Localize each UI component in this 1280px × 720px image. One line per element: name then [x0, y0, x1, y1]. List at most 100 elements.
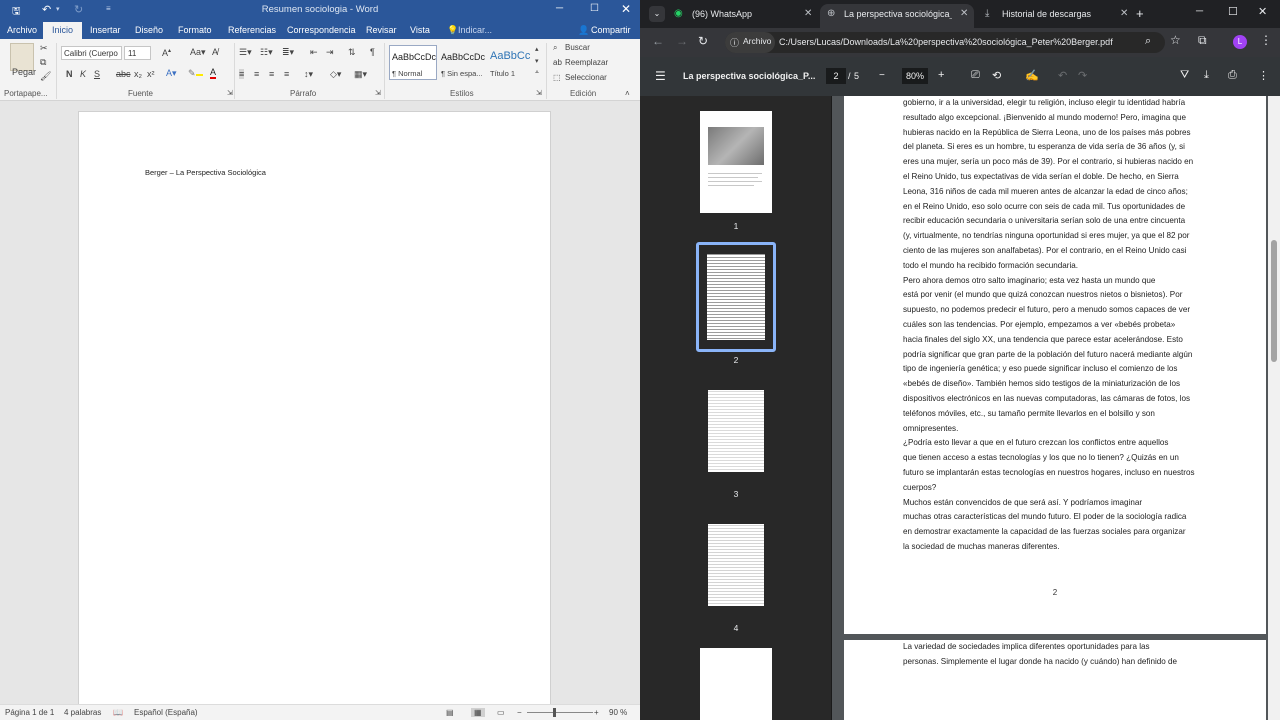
close-tab-icon[interactable]: ✕	[804, 8, 812, 19]
tab-pdf[interactable]: ⊕ La perspectiva sociológica_Pet ✕	[820, 4, 974, 28]
styles-more-icon[interactable]: ⩡	[535, 69, 539, 77]
thumbnail-page[interactable]	[700, 111, 772, 213]
align-left-icon[interactable]: ≡	[239, 69, 245, 79]
tab-formato[interactable]: Formato	[178, 25, 212, 35]
tab-search-icon[interactable]: ⌄	[649, 6, 665, 22]
thumbnail-page[interactable]	[700, 648, 772, 720]
scrollbar-thumb[interactable]	[1271, 240, 1277, 362]
tell-me-box[interactable]: Indicar...	[458, 25, 492, 35]
print-icon[interactable]: ⎙	[1228, 69, 1237, 82]
align-center-icon[interactable]: ≡	[254, 69, 259, 79]
collapse-ribbon-icon[interactable]: ˄	[625, 89, 630, 98]
borders-icon[interactable]: ▦▾	[354, 69, 367, 80]
pdf-zoom-out-icon[interactable]: −	[879, 70, 885, 81]
drive-icon[interactable]: ⛛	[1180, 69, 1189, 82]
maximize-icon[interactable]: ☐	[1228, 5, 1238, 18]
web-layout-icon[interactable]: ▭	[497, 708, 505, 717]
language-status[interactable]: Español (España)	[134, 708, 198, 717]
minimize-icon[interactable]: ─	[1196, 6, 1203, 17]
tab-vista[interactable]: Vista	[410, 25, 430, 35]
reload-icon[interactable]: ↻	[698, 34, 708, 48]
thumbnail-page[interactable]	[700, 514, 772, 616]
pdf-undo-icon[interactable]: ↶	[1058, 69, 1067, 82]
change-case-icon[interactable]: Aa▾	[190, 47, 206, 58]
proofing-icon[interactable]: 📖	[113, 708, 123, 717]
page-number-input[interactable]: 2	[826, 68, 846, 84]
cut-icon[interactable]: ✂	[40, 43, 48, 54]
pdf-zoom-input[interactable]: 80%	[902, 68, 928, 84]
thumbnail-page[interactable]	[700, 246, 772, 348]
zoom-slider-thumb[interactable]	[553, 708, 556, 717]
highlight-icon[interactable]: ✎	[188, 68, 203, 79]
paste-button[interactable]: Pegar	[12, 67, 36, 77]
format-painter-icon[interactable]: 🖌	[40, 71, 51, 82]
pdf-scrollbar[interactable]	[1268, 96, 1280, 720]
increase-indent-icon[interactable]: ⇥	[326, 47, 334, 58]
tab-referencias[interactable]: Referencias	[228, 25, 276, 35]
zoom-out-icon[interactable]: −	[517, 708, 522, 717]
font-size-box[interactable]: 11	[124, 46, 151, 60]
tab-whatsapp[interactable]: ◉ (96) WhatsApp ✕	[668, 4, 818, 28]
fit-page-icon[interactable]: ⎚	[971, 69, 980, 82]
tab-correspondencia[interactable]: Correspondencia	[287, 25, 356, 35]
print-layout-icon[interactable]: ▦	[471, 708, 485, 717]
line-spacing-icon[interactable]: ↕▾	[304, 69, 313, 80]
tab-inicio[interactable]: Inicio	[43, 22, 83, 39]
italic-icon[interactable]: K	[80, 69, 86, 79]
url-text[interactable]: C:/Users/Lucas/Downloads/La%20perspectiv…	[779, 37, 1113, 47]
close-icon[interactable]: ✕	[1258, 5, 1267, 18]
superscript-icon[interactable]: x²	[147, 69, 155, 79]
pdf-page[interactable]: gobierno, ir a la universidad, elegir tu…	[844, 96, 1266, 634]
strikethrough-icon[interactable]: abc	[116, 69, 131, 79]
style-no-spacing[interactable]: AaBbCcDc ¶ Sin espa...	[438, 45, 486, 80]
tab-revisar[interactable]: Revisar	[366, 25, 397, 35]
select-button[interactable]: Seleccionar	[565, 73, 607, 82]
styles-launcher-icon[interactable]: ⇲	[536, 89, 542, 97]
share-button[interactable]: Compartir	[591, 25, 631, 35]
show-marks-icon[interactable]: ¶	[370, 47, 375, 57]
pdf-menu-icon[interactable]: ⋮	[1258, 69, 1269, 82]
find-button[interactable]: Buscar	[565, 43, 590, 52]
font-launcher-icon[interactable]: ⇲	[227, 89, 233, 97]
tab-archivo[interactable]: Archivo	[7, 25, 37, 35]
zoom-level[interactable]: 90 %	[609, 708, 627, 717]
profile-avatar[interactable]: L	[1233, 35, 1247, 49]
bullets-icon[interactable]: ☰▾	[239, 47, 252, 58]
read-mode-icon[interactable]: ▤	[446, 708, 454, 717]
text-effects-icon[interactable]: A▾	[166, 68, 177, 79]
tab-diseno[interactable]: Diseño	[135, 25, 163, 35]
zoom-in-icon[interactable]: +	[594, 708, 599, 717]
copy-icon[interactable]: ⧉	[40, 57, 46, 68]
close-icon[interactable]: ✕	[621, 2, 631, 16]
minimize-icon[interactable]: ─	[556, 3, 563, 14]
sort-icon[interactable]: ⇅	[348, 47, 356, 58]
pdf-download-icon[interactable]: ⤓	[1204, 69, 1209, 82]
shading-icon[interactable]: ◇▾	[330, 69, 341, 80]
extensions-icon[interactable]: ⧉	[1198, 33, 1207, 48]
styles-scroll-down-icon[interactable]: ▾	[535, 57, 539, 65]
pdf-page[interactable]: La variedad de sociedades implica difere…	[844, 640, 1266, 720]
decrease-indent-icon[interactable]: ⇤	[310, 47, 318, 58]
font-color-icon[interactable]: A	[210, 68, 217, 79]
replace-button[interactable]: Reemplazar	[565, 58, 608, 67]
pdf-redo-icon[interactable]: ↷	[1078, 69, 1087, 82]
justify-icon[interactable]: ≡	[284, 69, 289, 79]
zoom-slider[interactable]	[527, 712, 593, 713]
close-tab-icon[interactable]: ✕	[1120, 8, 1128, 19]
underline-icon[interactable]: S	[94, 69, 100, 79]
styles-scroll-up-icon[interactable]: ▴	[535, 45, 539, 53]
style-heading-1[interactable]: AaBbCc Título 1	[487, 45, 535, 80]
style-normal[interactable]: AaBbCcDc ¶ Normal	[389, 45, 437, 80]
annotate-icon[interactable]: ✍	[1025, 69, 1039, 82]
bold-icon[interactable]: N	[66, 69, 73, 79]
word-count[interactable]: 4 palabras	[64, 708, 101, 717]
close-tab-icon[interactable]: ✕	[960, 8, 968, 19]
pdf-zoom-in-icon[interactable]: +	[938, 69, 944, 81]
multilevel-list-icon[interactable]: ≣▾	[282, 47, 294, 58]
sidebar-toggle-icon[interactable]: ☰	[655, 69, 666, 83]
omnibox[interactable]: Archivo ⓘ C:/Users/Lucas/Downloads/La%20…	[725, 32, 1165, 53]
subscript-icon[interactable]: x₂	[134, 69, 142, 79]
page-count[interactable]: Página 1 de 1	[5, 708, 54, 717]
bookmark-icon[interactable]: ☆	[1170, 33, 1181, 47]
tab-downloads[interactable]: ⤓ Historial de descargas ✕	[978, 4, 1134, 28]
